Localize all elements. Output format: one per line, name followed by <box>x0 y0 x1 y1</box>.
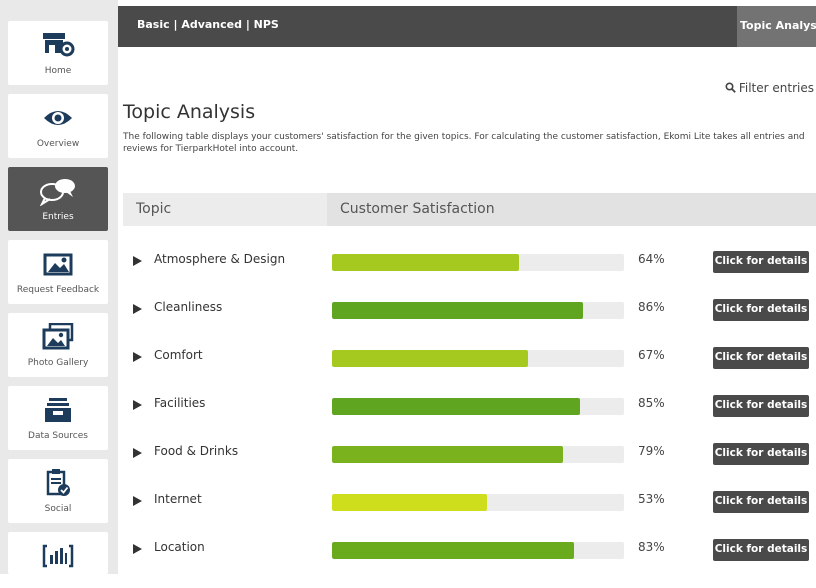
satisfaction-percent: 86% <box>638 300 665 314</box>
table-header: Topic Customer Satisfaction <box>123 193 816 226</box>
tab-topic-analysis[interactable]: Topic Analysis <box>737 6 816 47</box>
sidebar-item-home[interactable]: Home <box>8 21 108 85</box>
search-icon <box>725 82 736 96</box>
satisfaction-bar-fill <box>332 494 487 511</box>
sidebar-item-label: Photo Gallery <box>27 358 89 368</box>
eye-icon <box>8 103 108 133</box>
satisfaction-percent: 83% <box>638 540 665 554</box>
satisfaction-bar-fill <box>332 542 575 559</box>
top-navigation-bar: Basic | Advanced | NPS Topic Analysis <box>118 6 816 47</box>
picture-icon <box>8 249 108 279</box>
clipboard-check-icon <box>8 468 108 498</box>
satisfaction-percent: 53% <box>638 492 665 506</box>
sidebar: Home Overview Entries Request Feedback P… <box>0 0 118 574</box>
satisfaction-bar <box>332 350 624 367</box>
table-row: Atmosphere & Design 64% Click for detail… <box>123 251 816 300</box>
satisfaction-bar-fill <box>332 302 584 319</box>
sidebar-item-label: Overview <box>36 139 80 149</box>
expand-arrow-icon[interactable] <box>133 352 142 362</box>
details-button[interactable]: Click for details <box>713 251 809 273</box>
analysis-mode-links[interactable]: Basic | Advanced | NPS <box>137 18 279 31</box>
satisfaction-bar <box>332 254 624 271</box>
details-button[interactable]: Click for details <box>713 539 809 561</box>
table-row: Facilities 85% Click for details <box>123 395 816 444</box>
details-button[interactable]: Click for details <box>713 443 809 465</box>
sidebar-item-label: Entries <box>42 212 74 222</box>
pictures-icon <box>8 322 108 352</box>
column-header-topic: Topic <box>136 201 172 217</box>
expand-arrow-icon[interactable] <box>133 256 142 266</box>
sidebar-item-overview[interactable]: Overview <box>8 94 108 158</box>
topic-name: Cleanliness <box>154 300 223 314</box>
satisfaction-bar-fill <box>332 398 581 415</box>
satisfaction-percent: 67% <box>638 348 665 362</box>
sidebar-item-entries[interactable]: Entries <box>8 167 108 231</box>
expand-arrow-icon[interactable] <box>133 400 142 410</box>
page-title: Topic Analysis <box>123 101 256 123</box>
satisfaction-bar <box>332 446 624 463</box>
filter-entries-label: Filter entries <box>738 81 814 95</box>
sidebar-item-label: Home <box>44 66 72 76</box>
storefront-icon <box>8 30 108 60</box>
table-row: Comfort 67% Click for details <box>123 347 816 396</box>
sidebar-item-data-sources[interactable]: Data Sources <box>8 386 108 450</box>
column-header-customer-satisfaction: Customer Satisfaction <box>327 193 816 226</box>
table-row: Cleanliness 86% Click for details <box>123 299 816 348</box>
satisfaction-percent: 85% <box>638 396 665 410</box>
satisfaction-percent: 64% <box>638 252 665 266</box>
expand-arrow-icon[interactable] <box>133 496 142 506</box>
satisfaction-bar <box>332 302 624 319</box>
sidebar-item-photo-gallery[interactable]: Photo Gallery <box>8 313 108 377</box>
expand-arrow-icon[interactable] <box>133 544 142 554</box>
topic-name: Location <box>154 540 205 554</box>
satisfaction-bar <box>332 542 624 559</box>
topic-name: Internet <box>154 492 202 506</box>
topic-name: Food & Drinks <box>154 444 239 458</box>
page-description: The following table displays your custom… <box>123 132 805 154</box>
details-button[interactable]: Click for details <box>713 491 809 513</box>
expand-arrow-icon[interactable] <box>133 304 142 314</box>
inbox-icon <box>8 395 108 425</box>
satisfaction-bar <box>332 494 624 511</box>
sidebar-item-request-feedback[interactable]: Request Feedback <box>8 240 108 304</box>
table-row: Location 83% Click for details <box>123 539 816 588</box>
topic-name: Atmosphere & Design <box>154 252 286 266</box>
chat-bubbles-icon <box>8 176 108 206</box>
details-button[interactable]: Click for details <box>713 299 809 321</box>
table-row: Internet 53% Click for details <box>123 491 816 540</box>
bar-chart-icon <box>8 541 108 571</box>
topic-name: Comfort <box>154 348 203 362</box>
details-button[interactable]: Click for details <box>713 395 809 417</box>
sidebar-item-social[interactable]: Social <box>8 459 108 523</box>
satisfaction-bar-fill <box>332 350 528 367</box>
satisfaction-percent: 79% <box>638 444 665 458</box>
sidebar-item-label: Social <box>44 504 72 514</box>
satisfaction-bar-fill <box>332 446 563 463</box>
filter-entries-link[interactable]: Filter entries <box>725 81 814 96</box>
expand-arrow-icon[interactable] <box>133 448 142 458</box>
sidebar-item-reports[interactable] <box>8 532 108 574</box>
sidebar-item-label: Request Feedback <box>16 285 100 295</box>
details-button[interactable]: Click for details <box>713 347 809 369</box>
sidebar-item-label: Data Sources <box>28 431 88 441</box>
table-row: Food & Drinks 79% Click for details <box>123 443 816 492</box>
topic-name: Facilities <box>154 396 206 410</box>
satisfaction-bar <box>332 398 624 415</box>
satisfaction-bar-fill <box>332 254 519 271</box>
